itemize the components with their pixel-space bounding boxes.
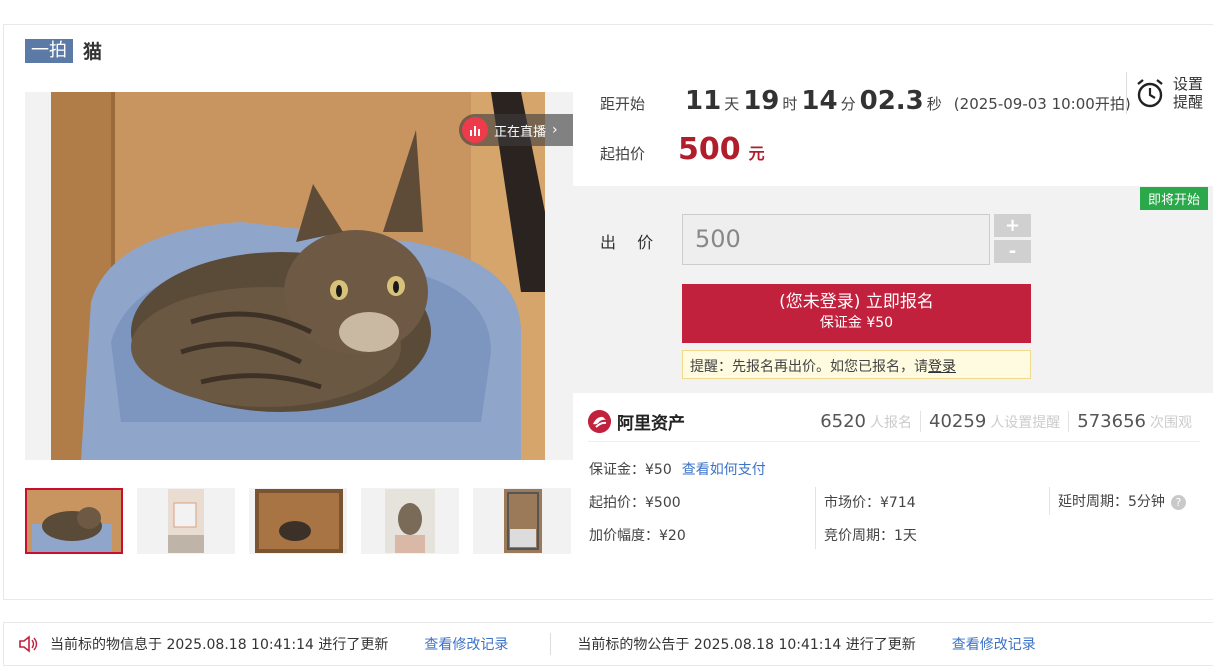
bid-label: 出 价: [600, 233, 662, 252]
stat-label: 人设置提醒: [990, 415, 1061, 431]
tip-text: 提醒：先报名再出价。如您已报名，请: [690, 359, 928, 375]
info-update-text: 当前标的物信息于 2025.08.18 10:41:14 进行了更新: [50, 637, 389, 653]
brand-name: 阿里资产: [617, 414, 685, 434]
countdown-minutes: 14: [801, 86, 838, 116]
help-icon[interactable]: ?: [1170, 494, 1186, 510]
thumbnail-1[interactable]: [25, 488, 123, 554]
stat-value: 40259: [929, 411, 987, 432]
brand-stats-row: 阿里资产 6520 人报名 40259 人设置提醒 573656 次围观: [588, 402, 1200, 442]
countdown-seconds: 02.3: [859, 86, 924, 116]
deposit-info: 保证金：¥50 查看如何支付: [589, 459, 766, 479]
reminder-line-2: 提醒: [1173, 93, 1204, 111]
reminder-line-1: 设置: [1173, 75, 1204, 93]
stat-value: 6520: [820, 411, 867, 432]
signup-count: 6520 人报名: [812, 411, 920, 432]
increase-bid-button[interactable]: +: [994, 214, 1031, 237]
stats: 6520 人报名 40259 人设置提醒 573656 次围观: [812, 411, 1200, 432]
thumbnail-image: [504, 489, 542, 553]
countdown-days-unit: 天: [724, 95, 740, 113]
countdown-seconds-unit: 秒: [926, 95, 942, 113]
stat-label: 次围观: [1150, 415, 1192, 431]
start-time-note: (2025-09-03 10:00开拍): [953, 95, 1131, 113]
announcement-history-link[interactable]: 查看修改记录: [952, 634, 1036, 654]
thumbnail-strip: [25, 488, 571, 554]
countdown-days: 11: [685, 86, 722, 116]
start-price-value: 500: [678, 132, 741, 167]
thumbnail-5[interactable]: [473, 488, 571, 554]
divider: [550, 633, 552, 655]
set-reminder-button[interactable]: 设置 提醒: [1126, 72, 1203, 114]
start-price-row: 起拍价 500 元: [600, 132, 765, 167]
main-image-panel[interactable]: 正在直播 ›: [25, 92, 573, 460]
chevron-right-icon: ›: [552, 122, 558, 138]
announcement-update-text: 当前标的物公告于 2025.08.18 10:41:14 进行了更新: [577, 637, 916, 653]
live-stream-badge[interactable]: 正在直播 ›: [459, 114, 573, 146]
divider: [1049, 487, 1050, 515]
detail-start-price: 起拍价：¥500: [589, 495, 681, 511]
bid-panel: 即将开始 出 价 500 + - (您未登录) 立即报名 保证金 ¥50 提醒：…: [572, 186, 1213, 393]
countdown-hours: 19: [743, 86, 780, 116]
thumbnail-image: [168, 489, 204, 553]
stat-value: 573656: [1077, 411, 1146, 432]
thumbnail-4[interactable]: [361, 488, 459, 554]
thumbnail-2[interactable]: [137, 488, 235, 554]
decrease-bid-button[interactable]: -: [994, 240, 1031, 263]
start-price-unit: 元: [748, 144, 765, 163]
divider: [815, 487, 816, 549]
detail-increment: 加价幅度：¥20: [589, 528, 686, 544]
view-count: 573656 次围观: [1068, 411, 1200, 432]
item-title: 猫: [83, 41, 103, 63]
thumbnail-image: [385, 489, 435, 553]
countdown-label: 距开始: [600, 95, 646, 113]
deposit-text: 保证金：¥50: [589, 462, 672, 478]
detail-bid-period: 竞价周期：1天: [824, 528, 917, 544]
detail-market-price: 市场价：¥714: [824, 495, 916, 511]
update-notice-bar: 当前标的物信息于 2025.08.18 10:41:14 进行了更新 查看修改记…: [3, 622, 1213, 666]
countdown-timer: 11 天 19 时 14 分 02.3 秒: [685, 86, 946, 116]
countdown-hours-unit: 时: [782, 95, 798, 113]
thumbnail-3[interactable]: [249, 488, 347, 554]
speaker-icon: [19, 635, 38, 653]
thumbnail-image: [27, 490, 121, 552]
start-price-label: 起拍价: [600, 145, 646, 163]
brand[interactable]: 阿里资产: [588, 409, 685, 434]
login-link[interactable]: 登录: [928, 359, 956, 375]
live-bars-icon: [462, 117, 488, 143]
how-to-pay-link[interactable]: 查看如何支付: [682, 462, 766, 478]
countdown-row: 距开始 11 天 19 时 14 分 02.3 秒 (2025-09-03 10…: [600, 86, 1131, 116]
countdown-minutes-unit: 分: [840, 95, 856, 113]
reminder-count: 40259 人设置提醒: [920, 411, 1068, 432]
alarm-clock-icon: [1137, 79, 1163, 108]
deposit-label: 保证金 ¥50: [819, 315, 894, 331]
thumbnail-image: [255, 489, 343, 553]
cat-photo: [51, 92, 545, 460]
title-row: 一拍 猫: [25, 37, 102, 64]
stat-label: 人报名: [870, 415, 913, 431]
detail-delay-period: 延时周期：5分钟?: [1058, 491, 1186, 511]
live-label: 正在直播: [494, 124, 547, 140]
ali-assets-logo-icon: [588, 410, 611, 433]
info-history-link[interactable]: 查看修改记录: [424, 634, 508, 654]
listing-type-tag: 一拍: [25, 38, 73, 63]
reminder-label: 设置 提醒: [1173, 75, 1203, 111]
bid-amount-input[interactable]: 500: [682, 214, 990, 265]
login-tip: 提醒：先报名再出价。如您已报名，请登录: [682, 350, 1031, 379]
delay-period-text: 延时周期：5分钟: [1058, 494, 1165, 510]
signup-button[interactable]: (您未登录) 立即报名 保证金 ¥50: [682, 284, 1031, 343]
signup-label: (您未登录) 立即报名: [779, 292, 934, 312]
status-badge: 即将开始: [1139, 187, 1208, 210]
